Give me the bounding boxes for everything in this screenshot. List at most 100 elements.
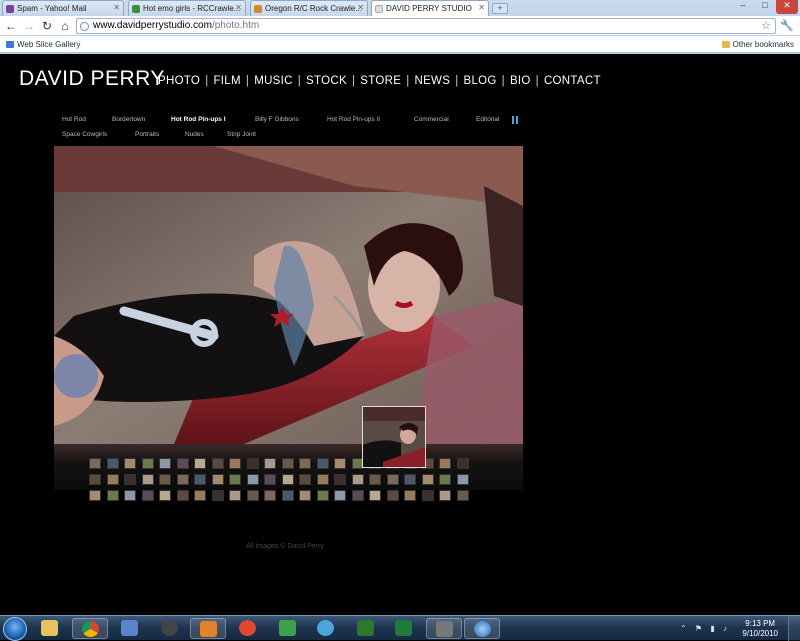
back-arrow-icon[interactable]: ← (4, 19, 18, 33)
gallery-thumbnail[interactable] (316, 490, 329, 501)
gallery-thumbnail[interactable] (456, 458, 469, 469)
gallery-thumbnail[interactable] (194, 458, 206, 469)
gallery-thumbnail[interactable] (194, 490, 206, 501)
category-strip-joint[interactable]: Strip Joint (227, 131, 256, 138)
category-commercial[interactable]: Commercial (414, 116, 449, 123)
gallery-thumbnail[interactable] (421, 474, 434, 485)
nav-store[interactable]: STORE (360, 75, 401, 87)
nav-music[interactable]: MUSIC (254, 75, 293, 87)
gallery-thumbnail[interactable] (386, 490, 399, 501)
gallery-thumbnail[interactable] (159, 490, 171, 501)
gallery-thumbnail[interactable] (106, 474, 119, 485)
gallery-thumbnail[interactable] (369, 474, 381, 485)
gallery-thumbnail[interactable] (141, 490, 154, 501)
nav-film[interactable]: FILM (213, 75, 240, 87)
reload-icon[interactable]: ↻ (40, 19, 54, 33)
taskbar-messenger[interactable] (308, 618, 344, 639)
category-hot-rod-pin-ups-2[interactable]: Hot Rod Pin-ups II (327, 116, 380, 123)
gallery-thumbnail[interactable] (299, 490, 311, 501)
nav-bio[interactable]: BIO (510, 75, 531, 87)
gallery-thumbnail[interactable] (334, 458, 346, 469)
nav-stock[interactable]: STOCK (306, 75, 347, 87)
gallery-thumbnail[interactable] (299, 458, 311, 469)
gallery-thumbnail[interactable] (456, 490, 469, 501)
gallery-thumbnail[interactable] (229, 458, 241, 469)
gallery-thumbnail[interactable] (211, 474, 224, 485)
category-space-cowgirls[interactable]: Space Cowgirls (62, 131, 107, 138)
taskbar-photos[interactable] (426, 618, 462, 639)
gallery-main-photo[interactable] (54, 146, 523, 444)
category-portraits[interactable]: Portraits (135, 131, 159, 138)
gallery-thumbnail[interactable] (264, 490, 276, 501)
gallery-thumbnail[interactable] (404, 474, 416, 485)
category-nudes[interactable]: Nudes (185, 131, 204, 138)
gallery-thumbnail[interactable] (106, 490, 119, 501)
category-editorial[interactable]: Editorial (476, 116, 499, 123)
home-icon[interactable]: ⌂ (58, 19, 72, 33)
slideshow-pause-icon[interactable] (512, 116, 518, 124)
gallery-thumbnail[interactable] (194, 474, 206, 485)
taskbar-utorrent[interactable] (270, 618, 306, 639)
thumbnail-preview[interactable] (362, 406, 426, 468)
close-tab-icon[interactable]: ✕ (113, 3, 120, 12)
gallery-thumbnail[interactable] (316, 474, 329, 485)
taskbar-explorer[interactable] (34, 618, 70, 639)
taskbar-media-player[interactable] (190, 618, 226, 639)
gallery-thumbnail[interactable] (141, 474, 154, 485)
gallery-thumbnail[interactable] (264, 474, 276, 485)
other-bookmarks[interactable]: Other bookmarks (721, 40, 794, 49)
gallery-thumbnail[interactable] (176, 490, 189, 501)
gallery-thumbnail[interactable] (246, 458, 259, 469)
gallery-thumbnail[interactable] (211, 490, 224, 501)
gallery-thumbnail[interactable] (141, 458, 154, 469)
gallery-thumbnail[interactable] (124, 474, 136, 485)
close-tab-icon[interactable]: ✕ (235, 3, 242, 12)
close-window-button[interactable]: ✕ (776, 0, 798, 14)
forward-arrow-icon[interactable]: → (22, 19, 36, 33)
nav-contact[interactable]: CONTACT (544, 75, 601, 87)
gallery-thumbnail[interactable] (421, 490, 434, 501)
gallery-thumbnail[interactable] (281, 490, 294, 501)
gallery-thumbnail[interactable] (159, 458, 171, 469)
gallery-thumbnail[interactable] (351, 474, 364, 485)
gallery-thumbnail[interactable] (176, 474, 189, 485)
gallery-thumbnail[interactable] (264, 458, 276, 469)
gallery-thumbnail[interactable] (334, 474, 346, 485)
category-hot-rod-pin-ups-1[interactable]: Hot Rod Pin-ups I (171, 116, 226, 123)
taskbar-ie-window[interactable] (464, 618, 500, 639)
gallery-thumbnail[interactable] (246, 490, 259, 501)
taskbar-network[interactable] (112, 618, 148, 639)
gallery-thumbnail[interactable] (106, 458, 119, 469)
taskbar-chrome[interactable] (72, 618, 108, 639)
maximize-button[interactable]: □ (754, 0, 776, 14)
show-desktop-button[interactable] (788, 616, 800, 641)
tab-yahoo-mail[interactable]: Spam - Yahoo! Mail ✕ (2, 0, 124, 16)
category-hot-rod[interactable]: Hot Rod (62, 116, 86, 123)
taskbar-security[interactable] (152, 618, 188, 639)
category-billy-f-gibbons[interactable]: Billy F Gibbons (255, 116, 299, 123)
gallery-thumbnail[interactable] (124, 458, 136, 469)
tab-rccrawler-1[interactable]: Hot emo girls - RCCrawle... ✕ (128, 0, 246, 16)
gallery-thumbnail[interactable] (211, 458, 224, 469)
close-tab-icon[interactable]: ✕ (478, 3, 485, 12)
category-bordertown[interactable]: Bordertown (112, 116, 145, 123)
gallery-thumbnail[interactable] (281, 458, 294, 469)
new-tab-button[interactable]: + (492, 3, 508, 14)
close-tab-icon[interactable]: ✕ (357, 3, 364, 12)
minimize-button[interactable]: – (732, 0, 754, 14)
gallery-thumbnail[interactable] (351, 490, 364, 501)
start-button[interactable] (3, 617, 27, 641)
wrench-icon[interactable]: 🔧 (780, 19, 794, 32)
gallery-thumbnail[interactable] (89, 490, 101, 501)
gallery-thumbnail[interactable] (299, 474, 311, 485)
tab-rccrawler-2[interactable]: Oregon R/C Rock Crawle... ✕ (250, 0, 368, 16)
tab-david-perry-studio[interactable]: DAVID PERRY STUDIO ✕ (371, 0, 489, 16)
gallery-thumbnail[interactable] (229, 474, 241, 485)
gallery-thumbnail[interactable] (176, 458, 189, 469)
nav-photo[interactable]: PHOTO (158, 75, 200, 87)
gallery-thumbnail[interactable] (246, 474, 259, 485)
gallery-thumbnail[interactable] (404, 490, 416, 501)
gallery-thumbnail[interactable] (334, 490, 346, 501)
gallery-thumbnail[interactable] (281, 474, 294, 485)
gallery-thumbnail[interactable] (89, 474, 101, 485)
